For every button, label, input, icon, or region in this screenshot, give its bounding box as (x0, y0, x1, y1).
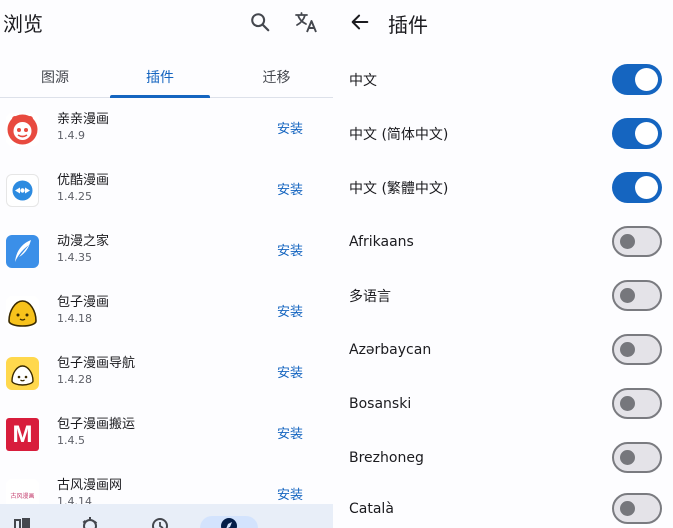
language-toggle[interactable] (612, 172, 662, 203)
language-row[interactable]: 中文 (简体中文) (333, 107, 673, 161)
qinqin-logo-icon (6, 113, 39, 146)
extension-version: 1.4.9 (57, 129, 85, 142)
list-item[interactable]: 动漫之家 1.4.35 安装 (0, 228, 333, 289)
toggle-knob (635, 68, 658, 91)
updates-icon[interactable] (80, 516, 100, 528)
language-row[interactable]: Català (333, 482, 673, 528)
language-label: 多语言 (349, 289, 391, 305)
extension-name: 包子漫画 (57, 295, 110, 310)
tab-sources[interactable]: 图源 (0, 56, 110, 98)
language-row[interactable]: Azərbaycan (333, 323, 673, 377)
extension-name: 动漫之家 (57, 234, 110, 249)
baozi-nav-logo-icon (6, 357, 39, 390)
language-row[interactable]: 多语言 (333, 269, 673, 323)
tab-migrate[interactable]: 迁移 (220, 56, 333, 98)
arrow-left-icon[interactable] (349, 11, 371, 33)
install-button[interactable]: 安装 (268, 236, 312, 262)
list-item[interactable]: 亲亲漫画 1.4.9 安装 (0, 106, 333, 167)
language-row[interactable]: 中文 (333, 53, 673, 107)
library-icon[interactable] (13, 516, 33, 528)
page-title: 浏览 (3, 12, 43, 36)
install-button[interactable]: 安装 (268, 358, 312, 384)
extension-version: 1.4.18 (57, 312, 92, 325)
bottom-navigation (0, 504, 333, 528)
toggle-knob (620, 501, 635, 516)
toggle-knob (635, 176, 658, 199)
list-item[interactable]: M 包子漫画搬运 1.4.5 安装 (0, 411, 333, 472)
language-label: Bosanski (349, 396, 412, 412)
toggle-knob (620, 450, 635, 465)
language-label: Afrikaans (349, 234, 414, 250)
language-label: Azərbaycan (349, 342, 432, 358)
toggle-knob (620, 396, 635, 411)
extension-name: 古风漫画网 (57, 478, 123, 493)
youku-logo-icon (6, 174, 39, 207)
extension-version: 1.4.35 (57, 251, 92, 264)
extension-name: 优酷漫画 (57, 173, 110, 188)
gufeng-logo-text: 古风漫画 (10, 493, 35, 500)
extension-name: 包子漫画搬运 (57, 417, 136, 432)
dmzj-logo-icon (6, 235, 39, 268)
install-button[interactable]: 安装 (268, 419, 312, 445)
m-logo-icon: M (6, 418, 39, 451)
install-button[interactable]: 安装 (268, 114, 312, 140)
language-toggle[interactable] (612, 493, 662, 524)
browse-screen: 浏览 图源 插件 迁移 亲亲漫画 1.4.9 安装 优酷漫画 1.4.25 安装… (0, 0, 333, 528)
extension-name: 亲亲漫画 (57, 112, 110, 127)
language-toggle[interactable] (612, 280, 662, 311)
tab-bar: 图源 插件 迁移 (0, 56, 333, 98)
list-item[interactable]: 包子漫画 1.4.18 安装 (0, 289, 333, 350)
plugins-screen: 插件 中文 中文 (简体中文) 中文 (繁體中文) Afrikaans 多语言 … (333, 0, 673, 528)
m-logo-text: M (12, 420, 33, 448)
language-toggle[interactable] (612, 226, 662, 257)
language-row[interactable]: Brezhoneg (333, 431, 673, 485)
language-toggle[interactable] (612, 334, 662, 365)
translate-icon[interactable] (294, 10, 320, 34)
install-button[interactable]: 安装 (268, 175, 312, 201)
extension-name: 包子漫画导航 (57, 356, 136, 371)
baozi-logo-icon (6, 296, 39, 329)
history-icon[interactable] (150, 516, 170, 528)
search-icon[interactable] (249, 11, 271, 33)
language-label: 中文 (简体中文) (349, 127, 449, 143)
browse-icon[interactable] (219, 516, 239, 528)
language-toggle[interactable] (612, 118, 662, 149)
language-toggle[interactable] (612, 442, 662, 473)
list-item[interactable]: 包子漫画导航 1.4.28 安装 (0, 350, 333, 411)
install-button[interactable]: 安装 (268, 297, 312, 323)
tab-indicator (110, 95, 210, 98)
page-title: 插件 (388, 13, 428, 37)
language-label: 中文 (349, 73, 377, 89)
toggle-knob (635, 122, 658, 145)
toggle-knob (620, 342, 635, 357)
language-row[interactable]: Bosanski (333, 377, 673, 431)
install-button[interactable]: 安装 (268, 480, 312, 506)
language-label: 中文 (繁體中文) (349, 181, 449, 197)
toggle-knob (620, 288, 635, 303)
language-toggle[interactable] (612, 388, 662, 419)
language-row[interactable]: 中文 (繁體中文) (333, 161, 673, 215)
extension-version: 1.4.5 (57, 434, 85, 447)
language-label: Català (349, 501, 394, 517)
language-row[interactable]: Afrikaans (333, 215, 673, 269)
toggle-knob (620, 234, 635, 249)
extension-version: 1.4.25 (57, 190, 92, 203)
extension-version: 1.4.28 (57, 373, 92, 386)
language-label: Brezhoneg (349, 450, 424, 466)
language-toggle[interactable] (612, 64, 662, 95)
list-item[interactable]: 优酷漫画 1.4.25 安装 (0, 167, 333, 228)
tab-extensions[interactable]: 插件 (110, 56, 210, 98)
